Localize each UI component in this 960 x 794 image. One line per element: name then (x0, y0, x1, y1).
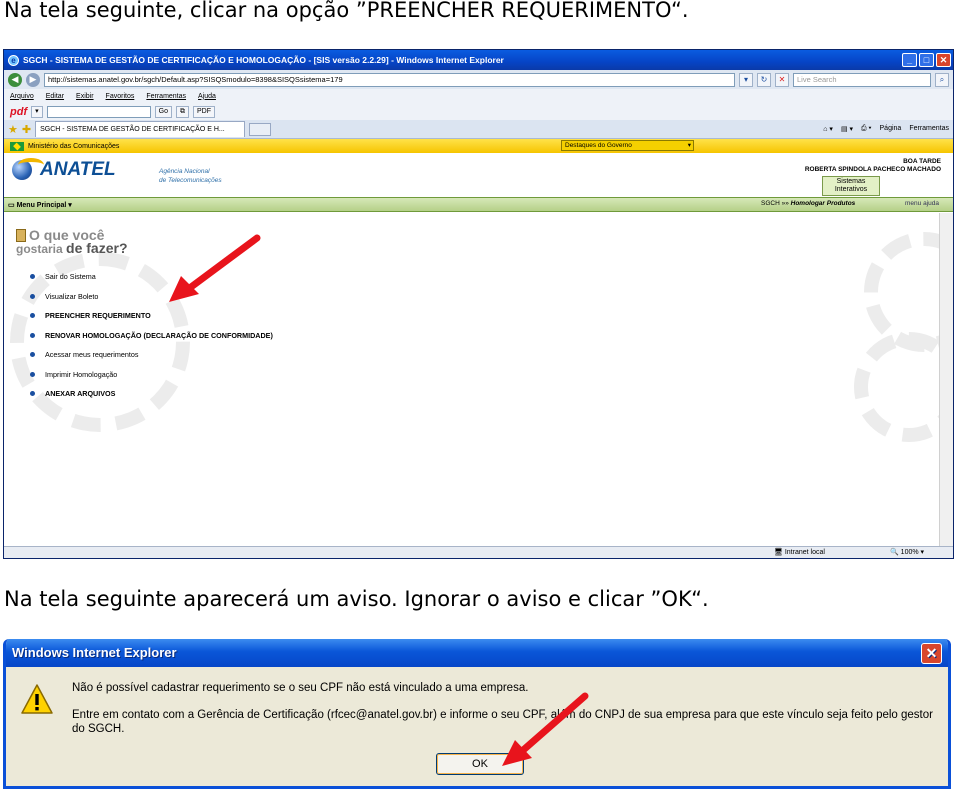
dialog-title: Windows Internet Explorer (12, 645, 177, 660)
ok-button[interactable]: OK (436, 753, 524, 775)
brazil-flag-icon (10, 141, 24, 151)
sistemas-interativos-button[interactable]: Sistemas Interativos (822, 176, 880, 196)
options-list: Sair do Sistema Visualizar Boleto PREENCHE… (30, 267, 273, 404)
pdf-copy-icon[interactable]: ⧉ (175, 105, 189, 118)
pdf-dropdown-icon[interactable]: ▾ (31, 105, 43, 118)
menu-option[interactable]: PREENCHER REQUERIMENTO (30, 306, 273, 326)
stop-icon[interactable]: ✕ (775, 72, 789, 87)
menu-option[interactable]: RENOVAR HOMOLOGAÇÃO (DECLARAÇÃO DE CONFO… (30, 326, 273, 346)
print-icon[interactable]: ⎙ ▾ (861, 125, 872, 133)
pdf-go-button[interactable]: Go (154, 105, 172, 118)
main-menu-bar: ▭ Menu Principal ▾ SGCH »» Homologar Pro… (4, 197, 953, 212)
menu-option[interactable]: Visualizar Boleto (30, 287, 273, 307)
maximize-icon[interactable]: □ (919, 53, 934, 67)
tools-menu[interactable]: Ferramentas (909, 125, 949, 133)
government-bar: Ministério das Comunicações Destaques do… (4, 139, 953, 153)
menu-option[interactable]: Acessar meus requerimentos (30, 345, 273, 365)
user-name: ROBERTA SPINDOLA PACHECO MACHADO (804, 166, 941, 173)
scrollbar[interactable] (939, 213, 953, 547)
search-icon[interactable]: ⌕ (935, 72, 949, 87)
close-icon[interactable]: ✕ (936, 53, 951, 67)
menu-option[interactable]: Sair do Sistema (30, 267, 273, 287)
pdf-select[interactable] (46, 105, 151, 118)
menu-editar[interactable]: Editar (46, 93, 64, 100)
page-menu[interactable]: Página (880, 125, 902, 133)
browser-title-bar: e SGCH - SISTEMA DE GESTÃO DE CERTIFICAÇ… (4, 50, 953, 70)
feeds-icon[interactable]: ▤ ▾ (841, 125, 853, 133)
menu-arquivo[interactable]: Arquivo (10, 93, 34, 100)
forward-icon[interactable]: ▶ (26, 72, 40, 87)
help-link[interactable]: ajuda (923, 200, 939, 207)
add-favorite-icon[interactable]: ✚ (22, 123, 31, 136)
search-input[interactable]: Live Search (793, 72, 931, 87)
warning-icon (21, 684, 53, 714)
status-bar: 🖥 Intranet local 🔍 100% ▾ (4, 546, 953, 558)
browser-window-title: SGCH - SISTEMA DE GESTÃO DE CERTIFICAÇÃO… (23, 55, 504, 65)
security-zone: 🖥 Intranet local (774, 549, 825, 556)
document-icon (16, 229, 26, 242)
instruction-step-1: Na tela seguinte, clicar na opção ”PREEN… (4, 0, 689, 22)
pdf-toolbar: pdf ▾ Go ⧉ PDF (4, 103, 953, 120)
page-question: O que você gostaria de fazer? (16, 227, 128, 256)
minimize-icon[interactable]: _ (902, 53, 917, 67)
ministry-label: Ministério das Comunicações (28, 142, 120, 150)
anatel-logo[interactable]: ANATEL (12, 158, 116, 181)
menu-link[interactable]: menu (905, 200, 921, 207)
dropdown-icon[interactable]: ▾ (739, 72, 753, 87)
new-tab-button[interactable] (249, 122, 272, 136)
agency-name: Agência Nacional de Telecomunicações (159, 168, 222, 184)
dialog-message-1: Não é possível cadastrar requerimento se… (72, 682, 529, 694)
instruction-step-2: Na tela seguinte aparecerá um aviso. Ign… (4, 587, 709, 611)
ie-logo-icon: e (8, 54, 19, 66)
home-icon[interactable]: ⌂ ▾ (823, 125, 833, 133)
dialog-message-2: Entre em contato com a Gerência de Certi… (72, 709, 933, 735)
zoom-level[interactable]: 🔍 100% ▾ (890, 548, 924, 556)
destaques-select[interactable]: Destaques do Governo (561, 140, 694, 151)
menu-ferramentas[interactable]: Ferramentas (146, 93, 186, 100)
favorites-star-icon[interactable]: ★ (8, 123, 18, 136)
tab-bar: ★ ✚ SGCH - SISTEMA DE GESTÃO DE CERTIFIC… (4, 120, 953, 139)
browser-menu-bar: Arquivo Editar Exibir Favoritos Ferramen… (4, 89, 953, 103)
back-icon[interactable]: ◀ (8, 72, 22, 87)
pdf-button[interactable]: PDF (192, 105, 215, 118)
menu-exibir[interactable]: Exibir (76, 93, 94, 100)
menu-option[interactable]: Imprimir Homologação (30, 365, 273, 385)
pdf-logo: pdf (10, 105, 28, 118)
address-input[interactable]: http://sistemas.anatel.gov.br/sgch/Defau… (44, 72, 735, 87)
address-toolbar: ◀ ▶ http://sistemas.anatel.gov.br/sgch/D… (4, 70, 953, 89)
menu-option[interactable]: ANEXAR ARQUIVOS (30, 384, 273, 404)
browser-window: e SGCH - SISTEMA DE GESTÃO DE CERTIFICAÇ… (3, 49, 954, 559)
tab-sgch[interactable]: SGCH - SISTEMA DE GESTÃO DE CERTIFICAÇÃO… (35, 121, 246, 137)
dialog-title-bar: Windows Internet Explorer ✕ (6, 639, 948, 667)
breadcrumb: SGCH »» Homologar Produtos (761, 200, 856, 207)
menu-principal-button[interactable]: ▭ Menu Principal ▾ (8, 201, 72, 209)
page-content: O que você gostaria de fazer? Sair do Si… (4, 212, 953, 542)
dialog-close-icon[interactable]: ✕ (921, 643, 942, 664)
menu-favoritos[interactable]: Favoritos (106, 93, 135, 100)
menu-ajuda[interactable]: Ajuda (198, 93, 216, 100)
refresh-icon[interactable]: ↻ (757, 72, 771, 87)
alert-dialog: Windows Internet Explorer ✕ Não é possív… (3, 639, 951, 789)
site-header: ANATEL Agência Nacional de Telecomunicaç… (4, 153, 953, 197)
user-greeting: BOA TARDE ROBERTA SPINDOLA PACHECO MACHA… (804, 158, 941, 173)
